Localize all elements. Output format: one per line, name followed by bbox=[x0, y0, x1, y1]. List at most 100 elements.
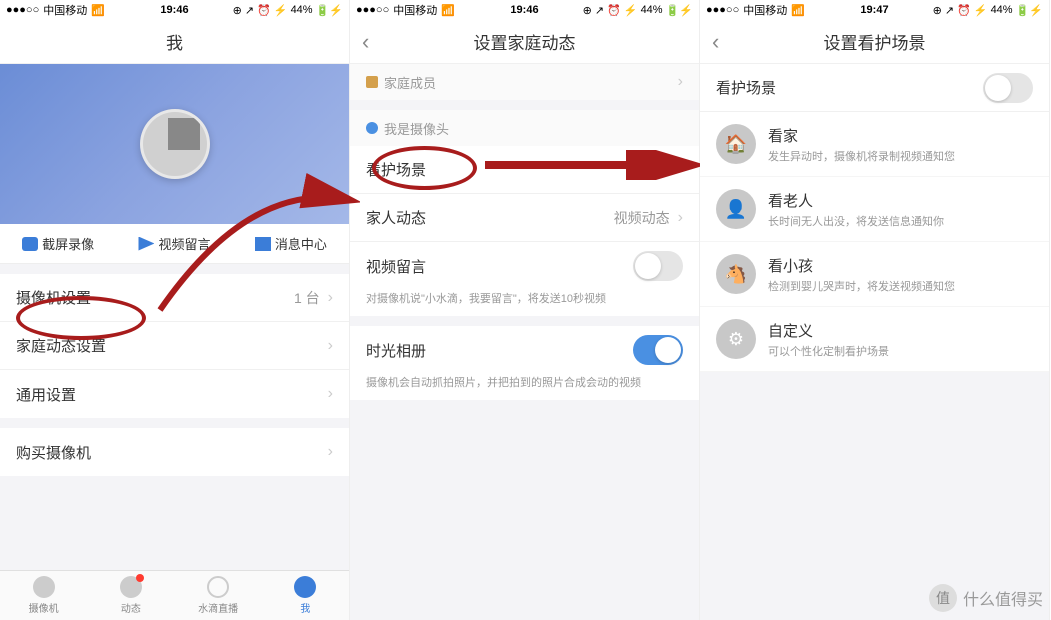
tab-label: 摄像机 bbox=[29, 600, 59, 615]
cell-description: 对摄像机说"小水滴，我要留言"，将发送10秒视频 bbox=[350, 290, 699, 316]
tab-me[interactable]: 我 bbox=[262, 571, 349, 620]
avatar[interactable] bbox=[140, 109, 210, 179]
nav-bar: 我 bbox=[0, 20, 349, 64]
tab-activity[interactable]: 动态 bbox=[87, 571, 174, 620]
scene-icon: 🏠 bbox=[716, 124, 756, 164]
screen-family-settings: ●●●○○ 中国移动 📶 19:46 ⊕ ↗ ⏰ ⚡ 44% 🔋⚡ ‹ 设置家庭… bbox=[350, 0, 700, 620]
signal-icon: ●●●○○ bbox=[6, 4, 39, 16]
cell-family-activity[interactable]: 家人动态 视频动态 › bbox=[350, 194, 699, 242]
cell-camera-settings[interactable]: 摄像机设置 1 台› bbox=[0, 274, 349, 322]
status-time: 19:47 bbox=[860, 4, 888, 16]
screen-care-scene: ●●●○○ 中国移动 📶 19:47 ⊕ ↗ ⏰ ⚡ 44% 🔋⚡ ‹ 设置看护… bbox=[700, 0, 1050, 620]
tab-label: 我 bbox=[300, 600, 310, 615]
profile-header[interactable] bbox=[0, 64, 349, 224]
status-time: 19:46 bbox=[510, 4, 538, 16]
cell-family-settings[interactable]: 家庭动态设置 › bbox=[0, 322, 349, 370]
scene-icon: 🐴 bbox=[716, 254, 756, 294]
camera-pin-icon bbox=[366, 122, 378, 134]
action-row: 截屏录像 视频留言 消息中心 bbox=[0, 224, 349, 264]
status-bar: ●●●○○ 中国移动 📶 19:47 ⊕ ↗ ⏰ ⚡ 44% 🔋⚡ bbox=[700, 0, 1049, 20]
wifi-icon: 📶 bbox=[441, 4, 455, 17]
carrier-label: 中国移动 bbox=[743, 2, 787, 18]
scene-desc: 检测到婴儿哭声时，将发送视频通知您 bbox=[768, 278, 1033, 294]
carrier-label: 中国移动 bbox=[393, 2, 437, 18]
cell-label: 家人动态 bbox=[366, 207, 426, 228]
badge-dot bbox=[136, 574, 144, 582]
scene-desc: 长时间无人出没，将发送信息通知你 bbox=[768, 213, 1033, 229]
scene-title: 自定义 bbox=[768, 320, 1033, 341]
activity-tab-icon bbox=[120, 576, 142, 598]
tab-label: 动态 bbox=[121, 600, 141, 615]
section-header-camera: 我是摄像头 bbox=[350, 110, 699, 146]
action-screenshot[interactable]: 截屏录像 bbox=[0, 224, 116, 263]
battery-label: 44% bbox=[291, 4, 313, 16]
section-label: 我是摄像头 bbox=[384, 119, 449, 138]
toggle-video-msg[interactable] bbox=[633, 251, 683, 281]
scene-desc: 发生异动时，摄像机将录制视频通知您 bbox=[768, 148, 1033, 164]
cell-time-album[interactable]: 时光相册 bbox=[350, 326, 699, 374]
cell-value: 1 台 bbox=[294, 288, 320, 308]
tab-live[interactable]: 水滴直播 bbox=[175, 571, 262, 620]
cell-care-scene[interactable]: 看护场景 未开启› bbox=[350, 146, 699, 194]
section-label: 家庭成员 bbox=[384, 73, 436, 92]
chevron-right-icon: › bbox=[328, 385, 333, 403]
watermark: 值 什么值得买 bbox=[929, 584, 1043, 612]
back-button[interactable]: ‹ bbox=[712, 29, 719, 55]
nav-bar: ‹ 设置家庭动态 bbox=[350, 20, 699, 64]
cell-value: 视频动态 bbox=[614, 208, 670, 228]
cell-label: 时光相册 bbox=[366, 340, 426, 361]
action-messages[interactable]: 消息中心 bbox=[233, 224, 349, 263]
battery-icon: 🔋⚡ bbox=[666, 4, 693, 17]
wifi-icon: 📶 bbox=[91, 4, 105, 17]
chevron-right-icon: › bbox=[328, 337, 333, 355]
chevron-right-icon: › bbox=[678, 161, 683, 179]
cell-label: 通用设置 bbox=[16, 384, 76, 405]
section-header-members[interactable]: 家庭成员 › bbox=[350, 64, 699, 100]
battery-label: 44% bbox=[641, 4, 663, 16]
nav-icon: ⊕ ↗ ⏰ ⚡ bbox=[583, 4, 638, 17]
screen-profile: ●●●○○ 中国移动 📶 19:46 ⊕ ↗ ⏰ ⚡ 44% 🔋⚡ 我 截屏录像… bbox=[0, 0, 350, 620]
action-label: 消息中心 bbox=[275, 234, 327, 253]
content-area: 摄像机设置 1 台› 家庭动态设置 › 通用设置 › 购买摄像机 › bbox=[0, 264, 349, 620]
signal-icon: ●●●○○ bbox=[706, 4, 739, 16]
nav-bar: ‹ 设置看护场景 bbox=[700, 20, 1049, 64]
cell-label: 看护场景 bbox=[366, 159, 426, 180]
cell-video-msg[interactable]: 视频留言 bbox=[350, 242, 699, 290]
live-tab-icon bbox=[207, 576, 229, 598]
back-button[interactable]: ‹ bbox=[362, 29, 369, 55]
cell-label: 摄像机设置 bbox=[16, 287, 91, 308]
page-title: 我 bbox=[166, 29, 183, 54]
watermark-badge-icon: 值 bbox=[929, 584, 957, 612]
status-bar: ●●●○○ 中国移动 📶 19:46 ⊕ ↗ ⏰ ⚡ 44% 🔋⚡ bbox=[350, 0, 699, 20]
watermark-text: 什么值得买 bbox=[963, 586, 1043, 610]
toggle-care-scene[interactable] bbox=[983, 73, 1033, 103]
status-time: 19:46 bbox=[160, 4, 188, 16]
scene-icon: 👤 bbox=[716, 189, 756, 229]
cell-description: 摄像机会自动抓拍照片，并把拍到的照片合成会动的视频 bbox=[350, 374, 699, 400]
camera-icon bbox=[22, 237, 38, 251]
scene-row[interactable]: 👤 看老人 长时间无人出没，将发送信息通知你 bbox=[700, 177, 1049, 242]
cell-buy-camera[interactable]: 购买摄像机 › bbox=[0, 428, 349, 476]
action-label: 截屏录像 bbox=[42, 234, 94, 253]
page-title: 设置家庭动态 bbox=[474, 29, 576, 54]
content-area: 家庭成员 › 我是摄像头 看护场景 未开启› 家人动态 视频动态 › 视频留言 对… bbox=[350, 64, 699, 620]
chevron-right-icon: › bbox=[678, 209, 683, 227]
scene-row[interactable]: 🏠 看家 发生异动时，摄像机将录制视频通知您 bbox=[700, 112, 1049, 177]
toggle-time-album[interactable] bbox=[633, 335, 683, 365]
cell-care-toggle[interactable]: 看护场景 bbox=[700, 64, 1049, 112]
nav-icon: ⊕ ↗ ⏰ ⚡ bbox=[233, 4, 288, 17]
cell-label: 视频留言 bbox=[366, 256, 426, 277]
scene-title: 看老人 bbox=[768, 190, 1033, 211]
tab-camera[interactable]: 摄像机 bbox=[0, 571, 87, 620]
battery-label: 44% bbox=[991, 4, 1013, 16]
scene-row[interactable]: 🐴 看小孩 检测到婴儿哭声时，将发送视频通知您 bbox=[700, 242, 1049, 307]
action-label: 视频留言 bbox=[158, 234, 210, 253]
action-video-msg[interactable]: 视频留言 bbox=[116, 224, 232, 263]
wifi-icon: 📶 bbox=[791, 4, 805, 17]
cell-label: 家庭动态设置 bbox=[16, 335, 106, 356]
scene-row[interactable]: ⚙ 自定义 可以个性化定制看护场景 bbox=[700, 307, 1049, 372]
tab-bar: 摄像机 动态 水滴直播 我 bbox=[0, 570, 349, 620]
cell-general-settings[interactable]: 通用设置 › bbox=[0, 370, 349, 418]
tab-label: 水滴直播 bbox=[198, 600, 238, 615]
scene-title: 看家 bbox=[768, 125, 1033, 146]
